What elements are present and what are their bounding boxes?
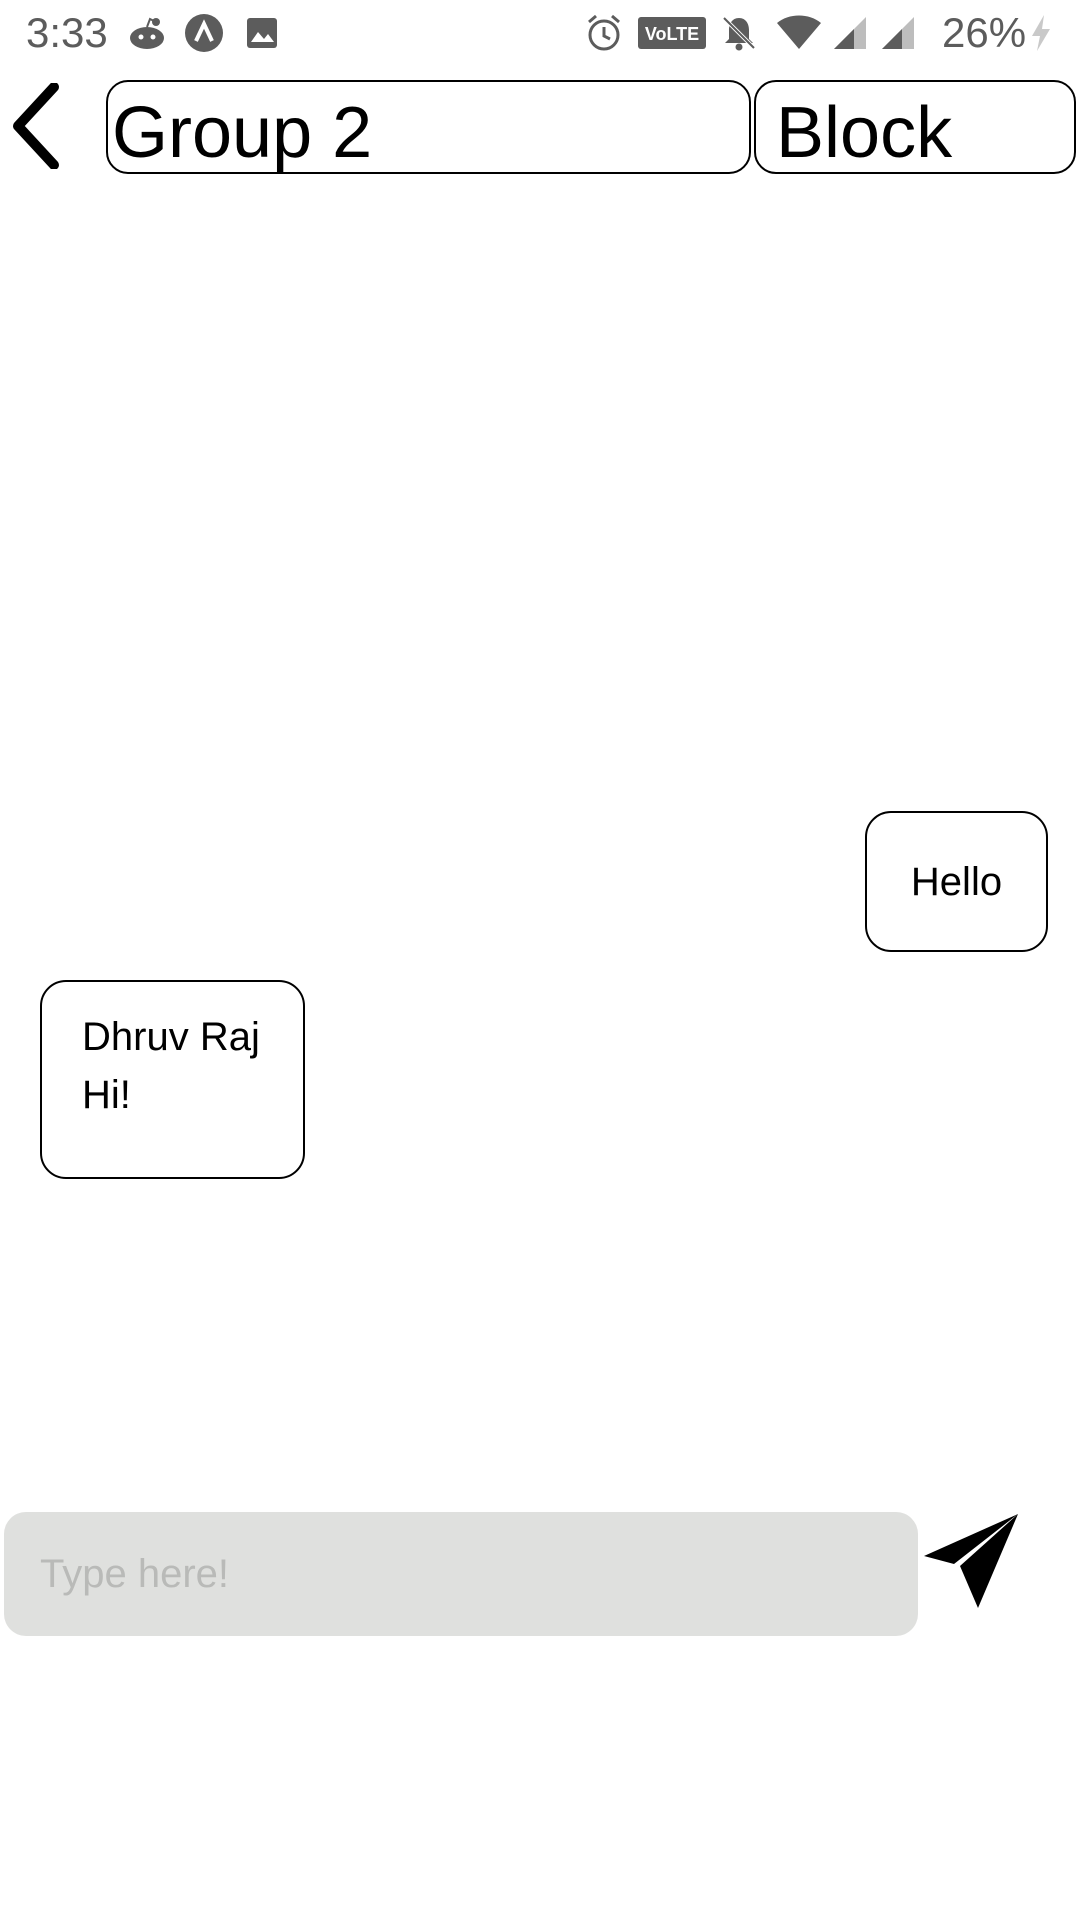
app-icon <box>184 14 224 52</box>
block-button[interactable]: Block <box>754 80 1076 174</box>
signal-icon <box>880 14 916 52</box>
alarm-icon <box>586 14 622 52</box>
mute-icon <box>720 14 758 52</box>
svg-text:VoLTE: VoLTE <box>645 24 699 44</box>
status-bar: 3:33 VoLTE 26% <box>0 0 1080 66</box>
chevron-left-icon <box>10 81 60 174</box>
send-button[interactable] <box>918 1508 1024 1614</box>
message-text: Hi! <box>82 1073 131 1117</box>
back-button[interactable] <box>0 78 70 178</box>
message-input[interactable] <box>4 1512 918 1636</box>
battery-percent: 26% <box>942 9 1027 56</box>
status-time: 3:33 <box>26 9 108 56</box>
signal-icon <box>832 14 868 52</box>
message-sender: Dhruv Raj <box>82 1015 260 1059</box>
chat-title: Group 2 <box>106 80 751 174</box>
charging-icon <box>1030 14 1052 52</box>
reddit-icon <box>128 14 166 52</box>
send-icon <box>918 1514 1024 1618</box>
message-text: Hello <box>910 859 1003 904</box>
volte-icon: VoLTE <box>638 14 706 52</box>
message-bubble-sent: Hello <box>865 811 1048 952</box>
message-bubble-received: Dhruv Raj Hi! <box>40 980 305 1179</box>
image-icon <box>246 14 278 52</box>
wifi-icon <box>776 14 822 52</box>
